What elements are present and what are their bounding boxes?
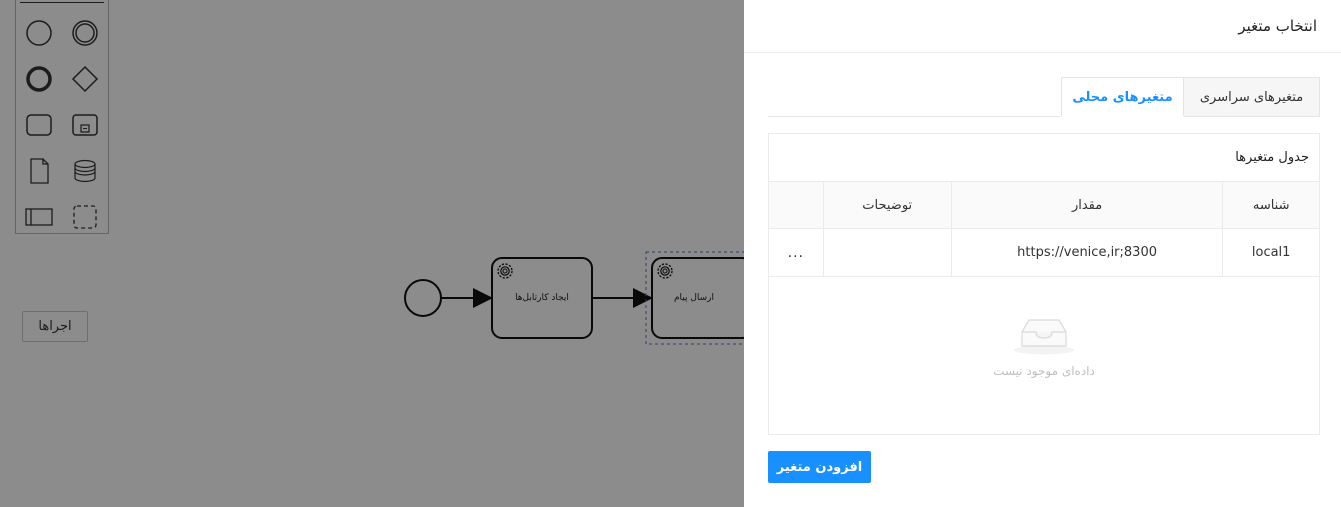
table-row[interactable]: local1 https://venice,ir;8300 ... [769,228,1319,277]
select-variable-drawer: انتخاب متغیر متغیرهای سراسری متغیرهای مح… [744,0,1341,507]
column-header-value: مقدار [950,181,1223,229]
drawer-header: انتخاب متغیر [744,0,1341,53]
tab-local-variables[interactable]: متغیرهای محلی [1061,77,1184,117]
cell-value: https://venice,ir;8300 [950,228,1223,277]
variables-table: شناسه مقدار توضیحات local1 https://venic… [769,181,1319,277]
empty-state-text: داده‌ای موجود نیست [993,364,1095,378]
variable-tabs: متغیرهای سراسری متغیرهای محلی [1061,77,1320,117]
cell-id: local1 [1222,228,1319,277]
empty-state: داده‌ای موجود نیست [769,314,1319,378]
more-icon[interactable]: ... [788,245,804,261]
cell-description [822,228,952,277]
table-header-row: شناسه مقدار توضیحات [769,181,1319,229]
tabs-divider [768,116,1060,117]
variables-table-card: جدول متغیرها شناسه مقدار توضیحات local1 … [768,133,1320,435]
drawer-mask-overlay[interactable] [0,0,744,507]
add-variable-button[interactable]: افزودن متغیر [768,451,871,483]
empty-inbox-icon [1014,319,1074,355]
column-header-actions [769,181,824,229]
tab-global-variables[interactable]: متغیرهای سراسری [1183,77,1320,117]
table-caption: جدول متغیرها [1235,150,1309,165]
row-actions-menu[interactable]: ... [769,228,824,277]
column-header-description: توضیحات [822,181,952,229]
drawer-title: انتخاب متغیر [1238,17,1317,35]
column-header-id: شناسه [1222,181,1319,229]
